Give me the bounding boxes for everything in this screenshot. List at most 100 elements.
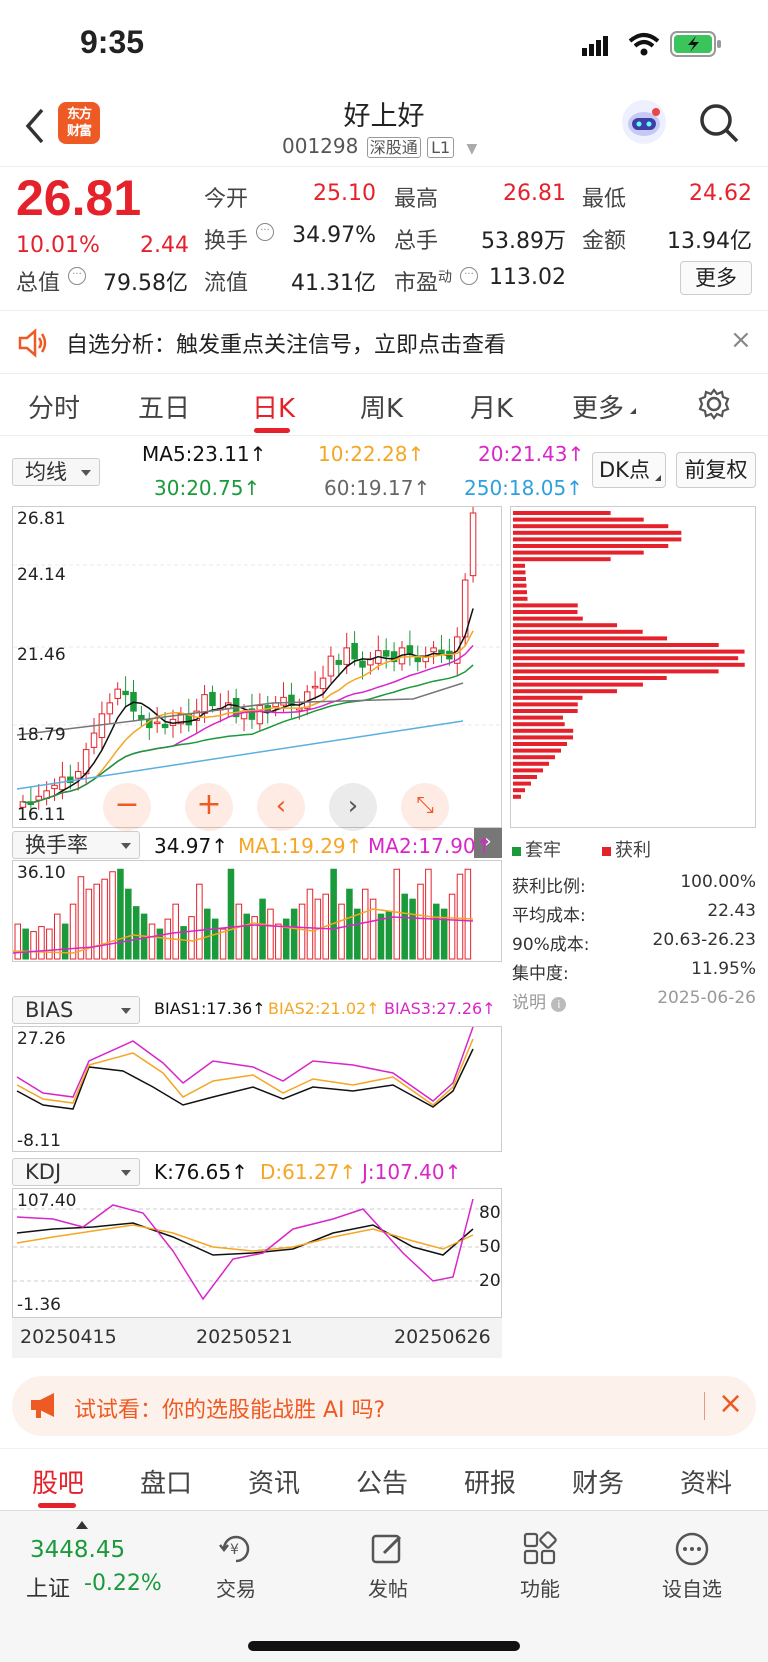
chip-note-row[interactable]: 说明 i 2025-06-26 — [512, 988, 756, 1017]
index-value[interactable]: 3448.45 — [30, 1537, 125, 1563]
turnover-bar — [448, 893, 456, 960]
ma20-value: 20:21.43↑ — [478, 442, 585, 466]
adjust-button[interactable]: 前复权 — [676, 452, 756, 488]
add-favorite-icon[interactable] — [674, 1531, 710, 1567]
chip-date: 2025-06-26 — [657, 988, 756, 1008]
tab-intraday[interactable]: 分时 — [28, 388, 80, 425]
ai-promo-banner[interactable]: 试试看：你的选股能战胜 AI 吗? × — [12, 1376, 756, 1436]
status-time: 9:35 — [80, 24, 145, 60]
chip-bar — [513, 530, 682, 535]
chevron-down-icon[interactable]: ▼ — [467, 141, 478, 157]
bias-select[interactable]: BIAS — [12, 996, 140, 1024]
tab-research[interactable]: 研报 — [464, 1463, 516, 1500]
turnover-bar — [117, 868, 124, 960]
kline-panel[interactable]: 26.81 24.14 21.46 18.79 16.11 − + ‹ › ⤡ — [12, 506, 502, 831]
chip-distribution-panel[interactable] — [510, 506, 756, 828]
tab-forum[interactable]: 股吧 — [32, 1463, 84, 1500]
post-icon[interactable] — [370, 1531, 406, 1567]
more-button[interactable]: 更多 — [680, 261, 752, 295]
candle-body — [106, 702, 114, 715]
turnover-bar — [369, 898, 377, 960]
chip-bar — [513, 742, 567, 746]
kdj-panel[interactable]: 107.40 -1.36 80 50 20 — [12, 1188, 502, 1318]
chip-bar — [513, 649, 745, 654]
turnover-bar — [259, 898, 266, 960]
chip-row: 90%成本: 20.63-26.23 — [512, 930, 756, 959]
tab-profile[interactable]: 资料 — [680, 1463, 732, 1500]
pe-label: 市盈动 — [394, 265, 452, 297]
pct-change: 10.01% — [16, 233, 100, 258]
turnover-bar — [61, 923, 69, 960]
close-icon[interactable]: × — [730, 325, 752, 355]
kdj-axis-top: 107.40 — [17, 1191, 77, 1211]
ai-assistant-icon[interactable] — [622, 100, 666, 144]
bias1-line — [16, 1048, 474, 1110]
add-favorite-button[interactable]: 设自选 — [647, 1573, 737, 1602]
turnover-bar — [101, 878, 108, 960]
info-icon[interactable]: ··· — [256, 223, 274, 241]
legend-trap-label: 套牢 — [525, 840, 561, 861]
turnover-bar — [464, 868, 472, 960]
ma30-value: 30:20.75↑ — [154, 476, 261, 500]
functions-icon[interactable] — [522, 1531, 558, 1567]
info-icon: i — [551, 997, 567, 1012]
turnover-panel[interactable]: 36.10 — [12, 860, 502, 962]
bias2-line — [16, 1038, 474, 1106]
alert-banner[interactable]: 自选分析：触发重点关注信号，立即点击查看 × — [0, 310, 768, 374]
vol-value: 53.89万 — [481, 229, 566, 254]
scroll-left-icon[interactable]: ‹ — [257, 783, 305, 831]
chip-bar — [513, 544, 669, 548]
functions-button[interactable]: 功能 — [495, 1573, 585, 1602]
trade-button[interactable]: 交易 — [191, 1573, 281, 1602]
tab-finance[interactable]: 财务 — [572, 1463, 624, 1500]
kdj-select[interactable]: KDJ — [12, 1158, 140, 1186]
settings-gear-icon[interactable] — [698, 388, 730, 424]
bias1-value: BIAS1:17.36↑ — [154, 999, 266, 1018]
turnover-bar — [346, 888, 353, 960]
vol-indicator-select[interactable]: 换手率 — [12, 831, 140, 859]
zoom-out-icon[interactable]: − — [103, 783, 151, 831]
bias3-value: BIAS3:27.26↑ — [384, 999, 496, 1018]
tab-news[interactable]: 资讯 — [248, 1463, 300, 1500]
chip-row-label: 集中度: — [512, 964, 569, 984]
post-button[interactable]: 发帖 — [343, 1573, 433, 1602]
ma-select[interactable]: 均线 — [12, 458, 100, 486]
candle-body — [90, 732, 98, 748]
chip-bar — [513, 715, 563, 720]
chip-bar — [513, 636, 668, 641]
float-value: 41.31亿 — [291, 271, 376, 296]
turnover-bar — [211, 918, 219, 960]
candle-body — [256, 705, 264, 725]
chip-bar — [513, 550, 644, 555]
turnover-chart — [13, 868, 474, 960]
svg-text:¥: ¥ — [230, 1542, 239, 1558]
candle-body — [114, 688, 121, 699]
pe-sup: 动 — [438, 269, 453, 286]
turnover-bar — [440, 908, 448, 960]
close-icon[interactable]: × — [718, 1386, 743, 1421]
bias-panel[interactable]: 27.26 -8.11 — [12, 1026, 502, 1152]
trade-icon[interactable]: ¥ — [218, 1531, 254, 1567]
chip-bar — [513, 563, 525, 568]
bias-axis-bottom: -8.11 — [17, 1131, 61, 1151]
scroll-right-icon[interactable]: › — [329, 783, 377, 831]
tab-weekly-k[interactable]: 周K — [360, 388, 403, 425]
zoom-in-icon[interactable]: + — [185, 783, 233, 831]
tab-announcements[interactable]: 公告 — [356, 1463, 408, 1500]
low-label: 最低 — [582, 187, 627, 212]
dk-button[interactable]: DK点 — [592, 452, 666, 488]
tab-orderbook[interactable]: 盘口 — [140, 1463, 192, 1500]
chip-bar — [513, 689, 617, 694]
ma10-value: 10:22.28↑ — [318, 442, 425, 466]
tab-monthly-k[interactable]: 月K — [470, 388, 513, 425]
chip-bar — [513, 748, 561, 753]
turnover-bar — [196, 883, 203, 960]
fullscreen-icon[interactable]: ⤡ — [401, 783, 449, 831]
tab-more[interactable]: 更多 — [572, 388, 624, 425]
bias-axis-top: 27.26 — [17, 1029, 66, 1049]
tab-daily-k[interactable]: 日K — [252, 388, 295, 425]
open-value: 25.10 — [313, 181, 376, 206]
tab-5day[interactable]: 五日 — [138, 388, 190, 425]
chip-bar — [513, 682, 643, 687]
search-icon[interactable] — [698, 102, 740, 148]
